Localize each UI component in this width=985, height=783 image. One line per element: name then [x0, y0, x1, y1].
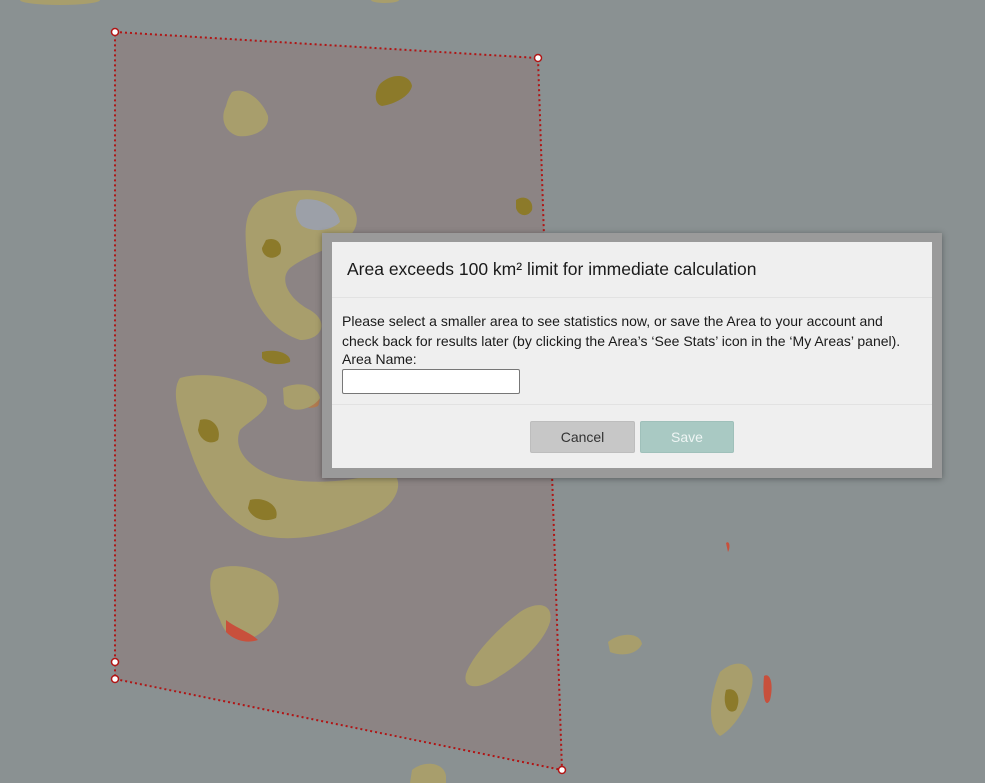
area-limit-dialog: Area exceeds 100 km² limit for immediate… [332, 242, 932, 468]
polygon-vertex-handle[interactable] [557, 765, 567, 775]
dialog-overlay-frame: Area exceeds 100 km² limit for immediate… [322, 233, 942, 478]
dialog-body: Please select a smaller area to see stat… [332, 298, 932, 405]
save-button[interactable]: Save [640, 421, 734, 453]
dialog-footer: Cancel Save [332, 405, 932, 467]
landform-patch [608, 634, 642, 655]
area-name-input[interactable] [342, 369, 520, 394]
dialog-message: Please select a smaller area to see stat… [342, 313, 901, 349]
landform-patch [20, 0, 100, 5]
landform-patch [371, 0, 399, 3]
area-name-label: Area Name: [342, 351, 417, 367]
landform-patch [726, 542, 730, 552]
cancel-button[interactable]: Cancel [530, 421, 635, 453]
landform-patch [410, 763, 446, 783]
polygon-vertex-handle[interactable] [533, 53, 543, 63]
polygon-vertex-handle[interactable] [110, 657, 120, 667]
polygon-vertex-handle[interactable] [110, 674, 120, 684]
polygon-vertex-handle[interactable] [110, 27, 120, 37]
dialog-header: Area exceeds 100 km² limit for immediate… [332, 242, 932, 298]
dialog-title: Area exceeds 100 km² limit for immediate… [347, 259, 757, 279]
landform-patch [763, 675, 772, 703]
